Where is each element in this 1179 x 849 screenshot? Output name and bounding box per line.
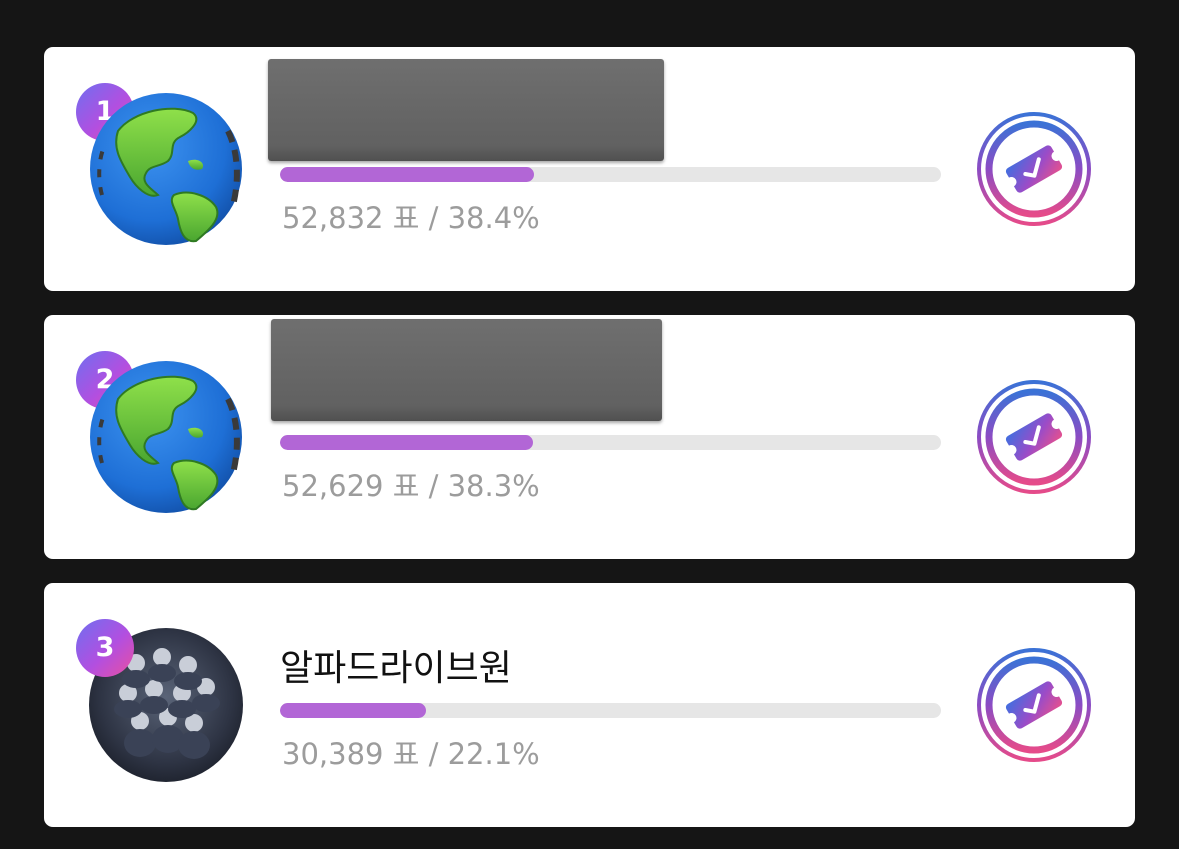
vote-progress-bar [280,167,941,182]
rank-badge: 3 [76,619,134,677]
vote-button[interactable] [976,379,1092,495]
vote-progress-fill [280,703,427,718]
candidate-card: 3 알파드라이브원 30,389 표 / 22.1% [44,583,1135,827]
ticket-check-icon [977,380,1091,494]
vote-progress-bar [280,703,941,718]
candidate-name-redacted [268,59,664,161]
vote-stats: 52,832 표 / 38.4% [282,201,540,235]
candidate-name-redacted [271,319,662,421]
vote-button[interactable] [976,647,1092,763]
ticket-check-icon [977,112,1091,226]
vote-button[interactable] [976,111,1092,227]
vote-stats: 52,629 표 / 38.3% [282,469,540,503]
candidate-name: 알파드라이브원 [280,648,512,689]
ticket-check-icon [977,648,1091,762]
globe-avatar [88,91,244,247]
vote-progress-fill [280,435,534,450]
globe-avatar [88,359,244,515]
candidate-card: 2 52,629 표 / 38.3% [44,315,1135,559]
vote-stats: 30,389 표 / 22.1% [282,737,540,771]
vote-progress-bar [280,435,941,450]
vote-progress-fill [280,167,534,182]
candidate-card: 1 52,832 표 / 38.4% [44,47,1135,291]
